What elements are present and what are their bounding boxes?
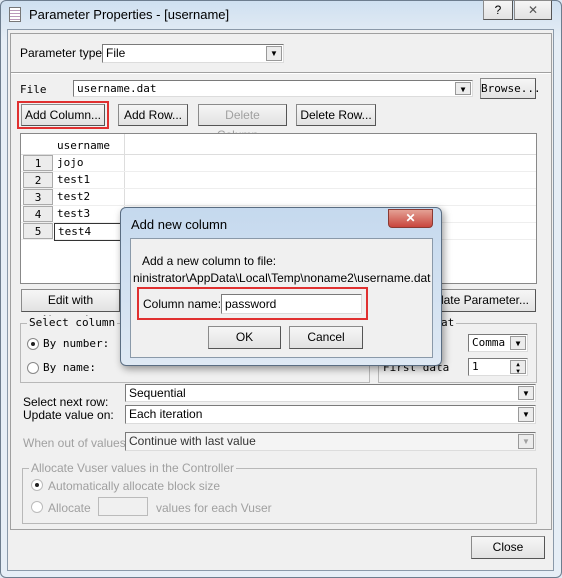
dialog-close-button[interactable]: ✕ — [388, 209, 433, 228]
document-icon — [9, 7, 21, 22]
allocate-radio[interactable] — [31, 501, 43, 513]
row-number[interactable]: 3 — [23, 189, 53, 205]
update-value-label: Update value on: — [23, 408, 114, 422]
first-data-value: 1 — [472, 360, 479, 373]
row-number[interactable]: 5 — [23, 223, 53, 239]
browse-button[interactable]: Browse... — [480, 78, 541, 99]
help-button[interactable]: ? — [483, 0, 513, 20]
delimiter-value: Comma — [472, 336, 506, 349]
dialog-file-path: ninistrator\AppData\Local\Temp\noname2\u… — [133, 271, 431, 285]
parameter-type-label: Parameter type: — [20, 46, 106, 60]
select-next-row-value: Sequential — [129, 386, 186, 400]
select-next-row-label: Select next row: — [23, 395, 109, 409]
first-data-spinner[interactable]: 1 ▲ ▼ — [468, 358, 528, 376]
parameter-type-value: File — [106, 46, 126, 60]
add-column-button[interactable]: Add Column... — [21, 104, 105, 126]
parameter-type-select[interactable]: File ▼ — [102, 44, 284, 63]
chevron-down-icon[interactable]: ▼ — [518, 386, 534, 400]
row-number[interactable]: 2 — [23, 172, 53, 188]
file-label: File — [20, 83, 47, 96]
update-value-select[interactable]: Each iteration ▼ — [125, 405, 536, 424]
close-button[interactable]: Close — [471, 536, 545, 559]
window-title: Parameter Properties - [username] — [29, 7, 230, 22]
chevron-down-icon[interactable]: ▼ — [266, 46, 282, 61]
row-value[interactable]: test4 — [54, 223, 121, 241]
edit-with-notepad-button[interactable]: Edit with Notepad... — [21, 289, 120, 327]
allocate-count-input[interactable] — [98, 497, 148, 516]
by-number-label: By number: — [43, 337, 110, 350]
table-row[interactable]: 1 jojo — [21, 155, 536, 172]
row-value[interactable]: test2 — [57, 189, 124, 205]
by-name-label: By name: — [43, 361, 96, 374]
dialog-intro: Add a new column to file: — [142, 254, 277, 268]
row-number[interactable]: 4 — [23, 206, 53, 222]
row-number[interactable]: 1 — [23, 155, 53, 171]
dialog-title: Add new column — [131, 217, 228, 232]
out-of-values-select[interactable]: Continue with last value ▼ — [125, 432, 536, 451]
by-name-radio[interactable] — [27, 362, 39, 374]
dialog-body: Add a new column to file: ninistrator\Ap… — [130, 238, 433, 358]
delete-column-button[interactable]: Delete Column... — [198, 104, 287, 142]
column-name-label: Column name: — [143, 297, 222, 311]
divider — [11, 72, 551, 74]
ok-button[interactable]: OK — [208, 326, 281, 349]
auto-allocate-label: Automatically allocate block size — [48, 479, 221, 493]
table-row[interactable]: 3 test2 — [21, 189, 536, 206]
column-name-input[interactable]: password — [221, 294, 362, 314]
delete-row-button[interactable]: Delete Row... — [296, 104, 376, 126]
update-value-value: Each iteration — [129, 407, 203, 421]
spin-arrows-icon[interactable]: ▲ ▼ — [510, 360, 526, 375]
select-next-row-select[interactable]: Sequential ▼ — [125, 384, 536, 402]
file-value: username.dat — [77, 82, 157, 95]
select-column-title: Select column — [27, 316, 118, 329]
out-of-values-label: When out of values: — [23, 436, 130, 450]
add-new-column-dialog: Add new column ✕ Add a new column to fil… — [120, 207, 442, 366]
allocate-group: Allocate Vuser values in the Controller … — [22, 461, 537, 524]
allocate-label: Allocate — [48, 501, 91, 515]
delimiter-select[interactable]: Comma ▼ — [468, 334, 528, 352]
auto-allocate-radio[interactable] — [31, 479, 43, 491]
row-value[interactable]: jojo — [57, 155, 124, 171]
file-combo[interactable]: username.dat ▼ — [73, 80, 473, 97]
out-of-values-value: Continue with last value — [129, 434, 256, 448]
allocate-suffix: values for each Vuser — [156, 501, 272, 515]
allocate-title: Allocate Vuser values in the Controller — [29, 461, 236, 475]
window-close-button[interactable]: ✕ — [514, 0, 552, 20]
chevron-down-icon[interactable]: ▼ — [510, 336, 526, 350]
chevron-down-icon[interactable]: ▼ — [518, 434, 534, 449]
row-value[interactable]: test3 — [57, 206, 124, 222]
chevron-down-icon[interactable]: ▼ — [455, 82, 471, 95]
cancel-button[interactable]: Cancel — [289, 326, 363, 349]
table-row[interactable]: 2 test1 — [21, 172, 536, 189]
by-number-radio[interactable] — [27, 338, 39, 350]
row-value[interactable]: test1 — [57, 172, 124, 188]
add-row-button[interactable]: Add Row... — [118, 104, 188, 126]
column-header-username[interactable]: username — [57, 138, 125, 154]
chevron-down-icon[interactable]: ▼ — [518, 407, 534, 422]
